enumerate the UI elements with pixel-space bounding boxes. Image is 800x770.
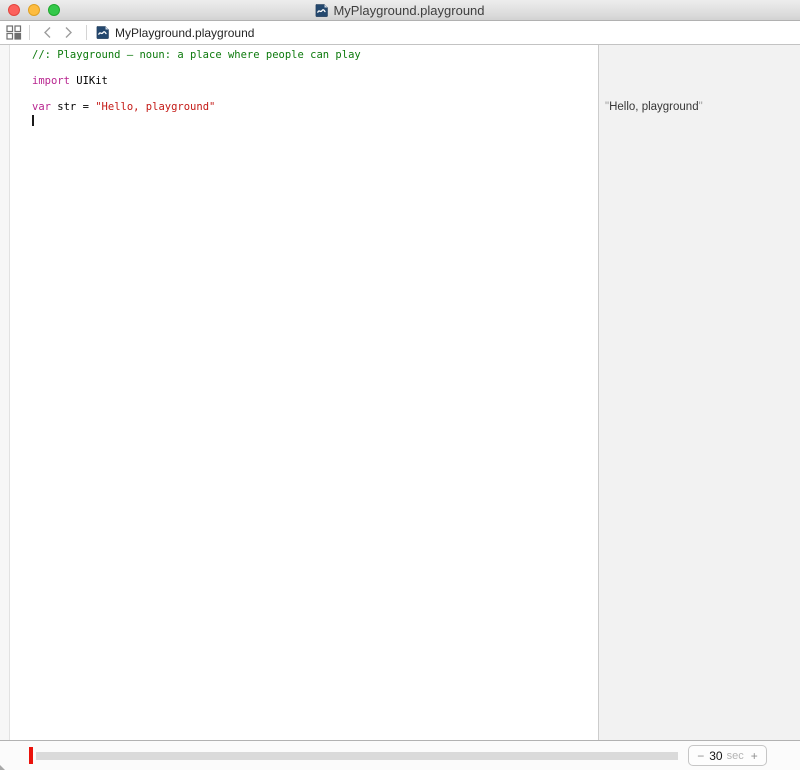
xcode-playground-window: MyPlayground.playground MyPlayground.pla…	[0, 0, 800, 770]
keyword-token: import	[32, 75, 70, 87]
breadcrumb-file-label[interactable]: MyPlayground.playground	[115, 26, 254, 40]
forward-button[interactable]	[58, 23, 79, 43]
related-items-button[interactable]	[6, 23, 22, 43]
result-text: Hello, playground	[609, 101, 699, 113]
timeline-position-marker[interactable]	[29, 747, 33, 764]
related-items-grid-icon	[6, 25, 22, 40]
zoom-button[interactable]	[48, 4, 60, 16]
timeline-bar: − 30 sec +	[0, 740, 800, 770]
chevron-right-icon	[65, 27, 72, 38]
back-button[interactable]	[37, 23, 58, 43]
text-cursor	[32, 115, 34, 126]
jump-bar-separator	[86, 25, 87, 40]
duration-control: − 30 sec +	[688, 745, 767, 766]
minimize-button[interactable]	[28, 4, 40, 16]
code-line-4[interactable]	[32, 88, 598, 101]
result-value[interactable]: "Hello, playground"	[605, 101, 703, 113]
title-bar: MyPlayground.playground	[0, 0, 800, 21]
plain-token: str =	[50, 101, 96, 113]
increase-duration-button[interactable]: +	[747, 750, 762, 762]
keyword-token: var	[32, 101, 51, 113]
results-sidebar: "Hello, playground"	[599, 45, 800, 740]
playground-file-icon	[316, 3, 329, 17]
comment-token: //: Playground — noun: a place where peo…	[32, 49, 361, 61]
code-line-1[interactable]: //: Playground — noun: a place where peo…	[32, 49, 598, 62]
window-corner-mark	[0, 765, 5, 770]
code-line-3[interactable]: import UIKit	[32, 75, 598, 88]
playground-file-icon	[96, 26, 109, 39]
playground-content: //: Playground — noun: a place where peo…	[0, 45, 800, 740]
editor-gutter	[0, 45, 10, 740]
duration-value: 30	[709, 748, 723, 763]
timeline-track[interactable]	[36, 752, 678, 760]
jump-bar-separator	[29, 25, 30, 40]
duration-unit-label: sec	[726, 749, 744, 762]
window-title-group: MyPlayground.playground	[315, 2, 485, 18]
close-quote: "	[698, 101, 703, 113]
jump-bar: MyPlayground.playground	[0, 21, 800, 45]
code-line-2[interactable]	[32, 62, 598, 75]
breadcrumb[interactable]: MyPlayground.playground	[96, 26, 254, 40]
code-line-5[interactable]: var str = "Hello, playground"	[32, 101, 598, 114]
source-editor[interactable]: //: Playground — noun: a place where peo…	[10, 45, 599, 740]
traffic-lights	[8, 4, 60, 16]
plain-token: UIKit	[69, 75, 108, 87]
close-button[interactable]	[8, 4, 20, 16]
string-token: "Hello, playground"	[95, 101, 216, 113]
window-title: MyPlayground.playground	[333, 2, 485, 18]
code-area[interactable]: //: Playground — noun: a place where peo…	[10, 45, 598, 127]
code-line-6[interactable]	[32, 114, 598, 127]
decrease-duration-button[interactable]: −	[693, 750, 708, 762]
chevron-left-icon	[44, 27, 51, 38]
